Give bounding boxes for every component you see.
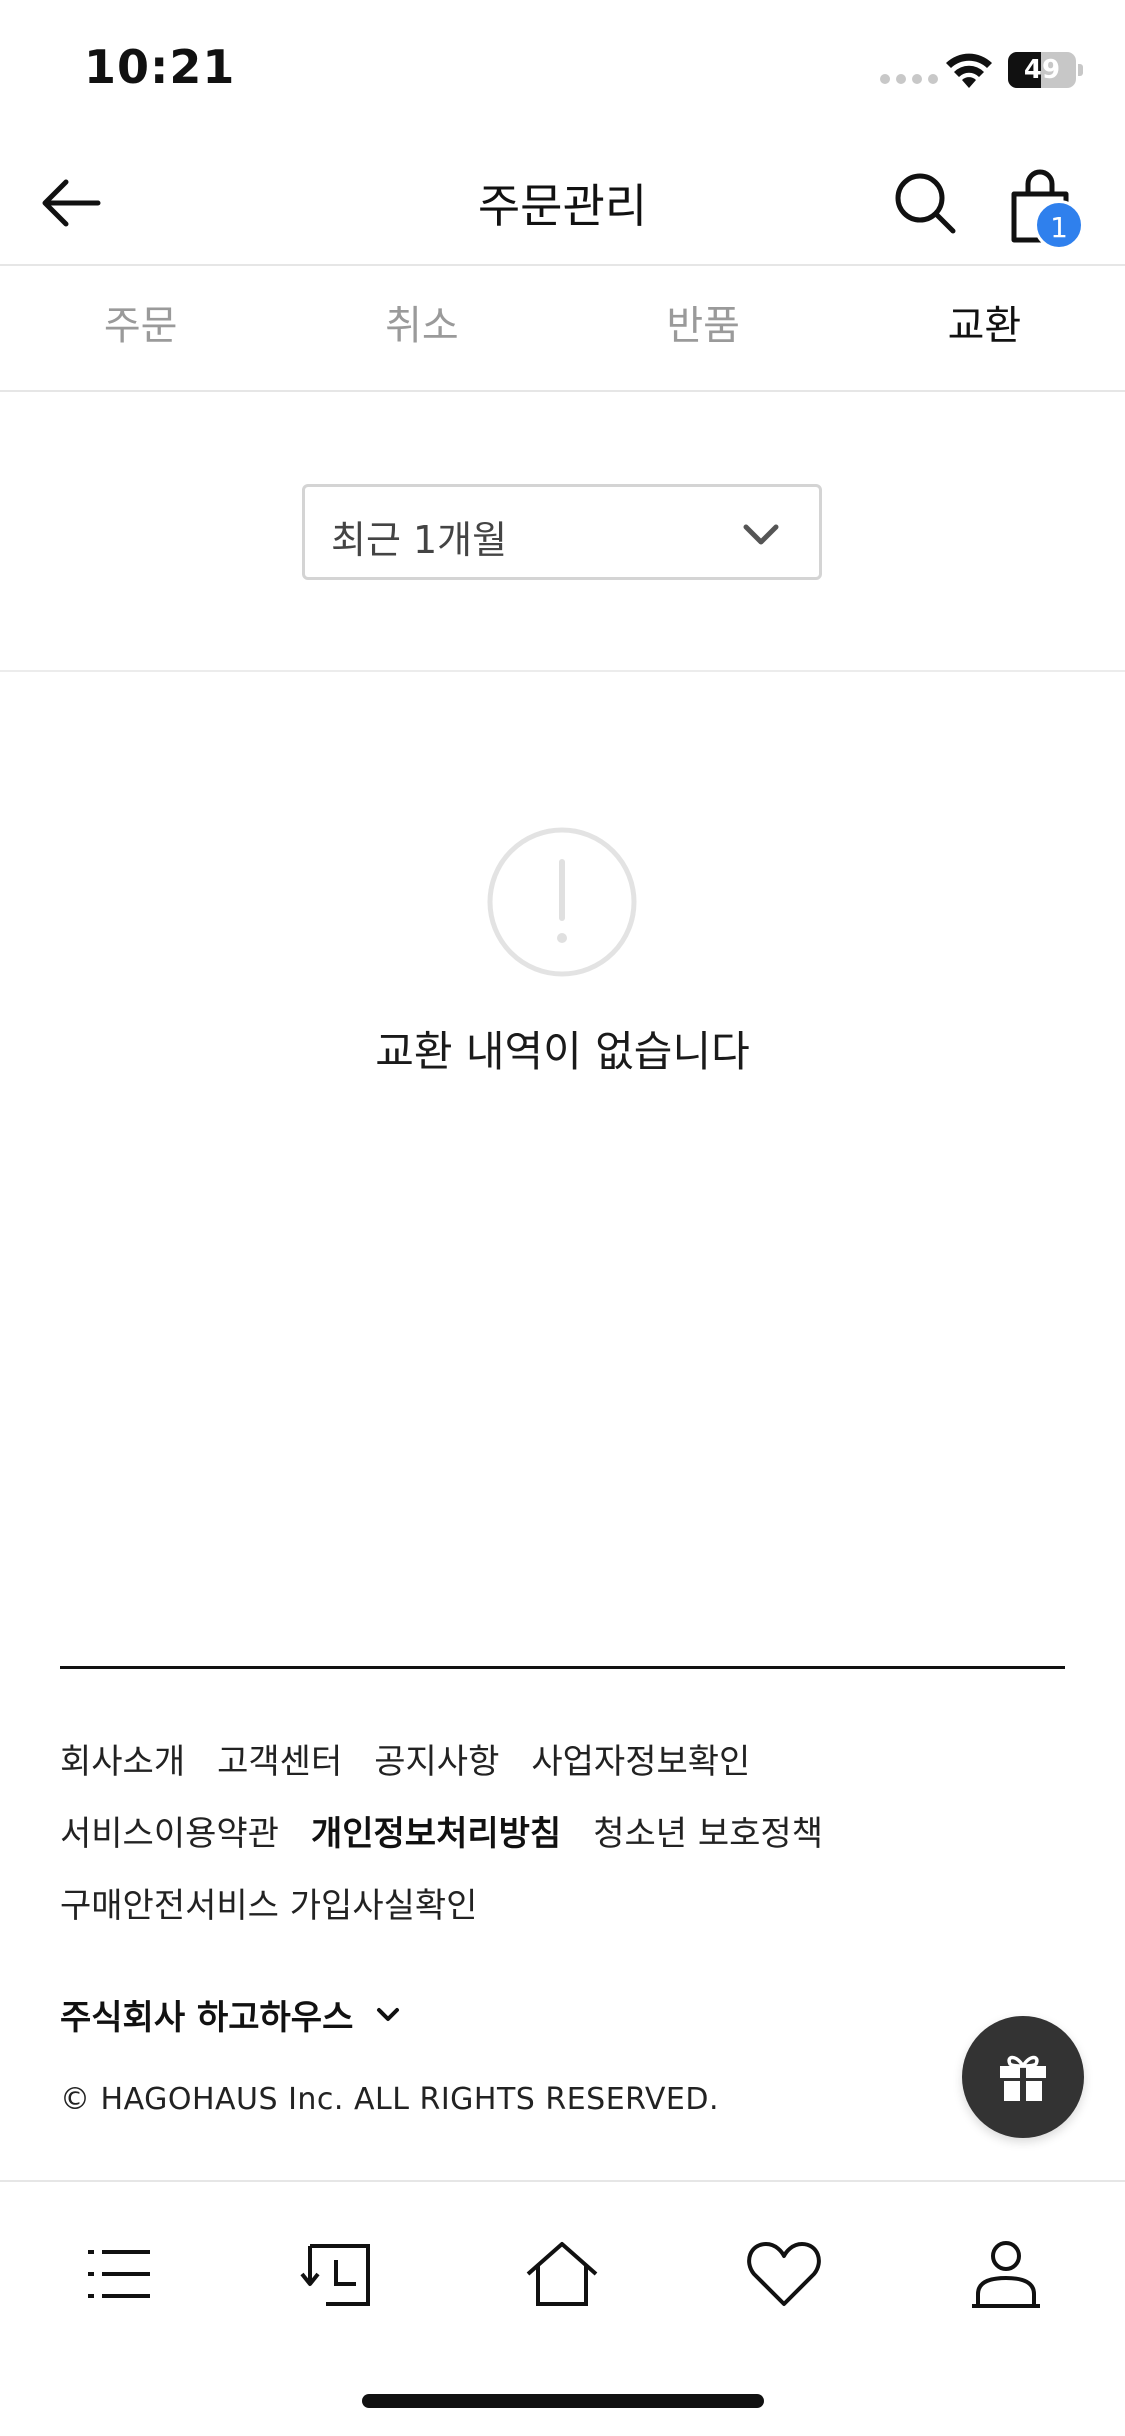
gift-button[interactable]	[962, 2016, 1084, 2138]
chevron-down-icon	[743, 524, 779, 545]
footer-link-notice[interactable]: 공지사항	[374, 1734, 499, 1783]
gift-icon	[1000, 2055, 1046, 2101]
tab-order[interactable]: 주문	[0, 266, 281, 390]
home-icon[interactable]	[522, 2234, 602, 2314]
search-icon[interactable]	[890, 168, 960, 238]
wifi-icon	[946, 53, 992, 88]
period-select[interactable]: 최근 1개월	[302, 484, 822, 580]
tab-return[interactable]: 반품	[563, 266, 844, 390]
footer-link-business-info[interactable]: 사업자정보확인	[531, 1734, 750, 1783]
menu-icon[interactable]	[78, 2234, 158, 2314]
battery-icon: 49	[1008, 52, 1083, 88]
copyright-text: © HAGOHAUS Inc. ALL RIGHTS RESERVED.	[60, 2082, 720, 2117]
top-header: 주문관리 1	[0, 140, 1125, 266]
company-name: 주식회사 하고하우스	[60, 1998, 354, 2038]
filter-area: 최근 1개월	[0, 392, 1125, 672]
footer-links: 회사소개 고객센터 공지사항 사업자정보확인 서비스이용약관 개인정보처리방침 …	[60, 1722, 1065, 1938]
heart-icon[interactable]	[744, 2234, 824, 2314]
exclamation-circle-icon	[487, 827, 637, 977]
company-info-toggle[interactable]: 주식회사 하고하우스	[60, 1990, 403, 2039]
footer-link-customer-center[interactable]: 고객센터	[217, 1734, 342, 1783]
footer-link-privacy[interactable]: 개인정보처리방침	[311, 1806, 561, 1855]
recent-icon[interactable]	[300, 2234, 380, 2314]
footer-link-terms[interactable]: 서비스이용약관	[60, 1806, 279, 1855]
order-tabs: 주문 취소 반품 교환	[0, 266, 1125, 392]
chevron-down-icon	[377, 2007, 400, 2021]
period-select-value: 최근 1개월	[331, 518, 508, 562]
footer-link-escrow[interactable]: 구매안전서비스 가입사실확인	[60, 1878, 477, 1927]
cart-count-badge: 1	[1034, 200, 1084, 250]
user-icon[interactable]	[966, 2234, 1046, 2314]
footer-link-about[interactable]: 회사소개	[60, 1734, 185, 1783]
status-time: 10:21	[84, 40, 236, 94]
status-bar: 10:21 49	[0, 0, 1125, 140]
order-management-page: 10:21 49 주문관리 1 주문 취소 반품 교환 최근 1개월 교환 내역…	[0, 0, 1125, 2436]
tab-cancel[interactable]: 취소	[281, 266, 562, 390]
tab-exchange[interactable]: 교환	[844, 266, 1125, 390]
cellular-signal-icon	[880, 74, 938, 84]
footer-link-youth-policy[interactable]: 청소년 보호정책	[593, 1806, 823, 1855]
footer-divider	[60, 1666, 1065, 1669]
empty-state-message: 교환 내역이 없습니다	[375, 1027, 750, 1076]
home-indicator[interactable]	[362, 2394, 764, 2408]
battery-level: 49	[1023, 55, 1061, 85]
